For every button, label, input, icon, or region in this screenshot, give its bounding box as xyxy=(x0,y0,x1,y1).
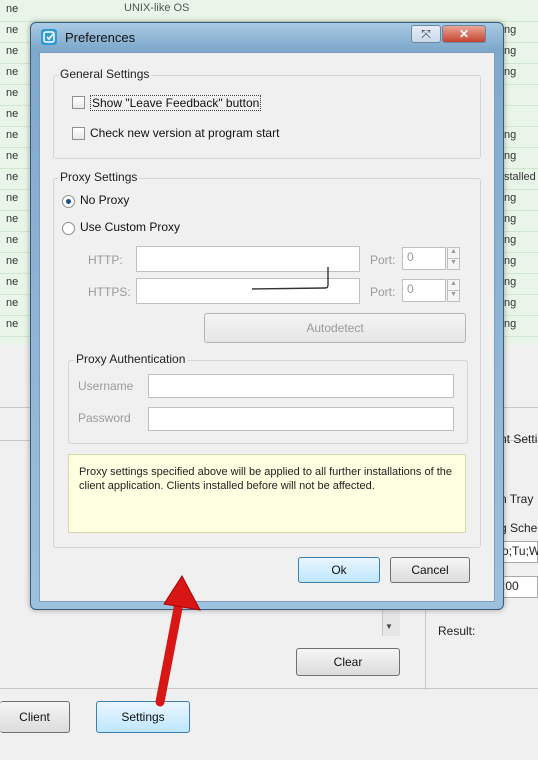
list-cell: ng xyxy=(504,213,517,225)
preferences-dialog: Preferences ⤧ ✕ General Settings Show "L… xyxy=(30,22,504,610)
password-label: Password xyxy=(78,411,131,425)
username-input[interactable] xyxy=(148,374,454,398)
proxy-settings-legend: Proxy Settings xyxy=(58,170,140,184)
password-input[interactable] xyxy=(148,407,454,431)
close-icon: ✕ xyxy=(458,27,470,41)
check-version-checkbox[interactable] xyxy=(72,127,85,140)
list-cell: ne xyxy=(6,171,19,183)
list-cell: ng xyxy=(504,45,517,57)
result-label: Result: xyxy=(438,624,476,638)
list-cell: ng xyxy=(504,24,517,36)
https-port-input[interactable]: 0 xyxy=(402,279,446,302)
list-cell: ng xyxy=(504,234,517,246)
proxy-auth-legend: Proxy Authentication xyxy=(74,352,188,366)
list-cell: ne xyxy=(6,192,19,204)
list-cell: ne xyxy=(6,87,19,99)
dialog-title: Preferences xyxy=(65,30,136,45)
general-settings-legend: General Settings xyxy=(58,67,152,81)
http-port-down-icon[interactable]: ▼ xyxy=(447,258,460,270)
http-port-value: 0 xyxy=(407,250,414,264)
resize-icon: ⤧ xyxy=(421,27,431,41)
list-cell: ne xyxy=(6,255,19,267)
https-port-value: 0 xyxy=(407,282,414,296)
list-cell: ng xyxy=(504,297,517,309)
list-cell: ne xyxy=(6,24,19,36)
list-cell: ng xyxy=(504,255,517,267)
https-port-label: Port: xyxy=(370,285,396,299)
list-cell: ne xyxy=(6,276,19,288)
check-version-label[interactable]: Check new version at program start xyxy=(90,126,279,140)
client-button[interactable]: Client xyxy=(0,701,70,733)
list-cell: ng xyxy=(504,129,517,141)
cancel-button[interactable]: Cancel xyxy=(390,557,470,583)
time-field-value: :00 xyxy=(502,579,519,593)
list-cell: ng xyxy=(504,150,517,162)
no-proxy-radio[interactable] xyxy=(62,195,75,208)
list-cell: ne xyxy=(6,3,19,15)
http-port-input[interactable]: 0 xyxy=(402,247,446,270)
list-cell: ne xyxy=(6,234,19,246)
username-label: Username xyxy=(78,379,134,393)
list-cell: ng xyxy=(504,318,517,330)
list-cell: ne xyxy=(6,297,19,309)
dialog-body: General Settings Show "Leave Feedback" b… xyxy=(39,52,495,602)
show-feedback-checkbox[interactable] xyxy=(72,96,85,109)
list-cell: ne xyxy=(6,66,19,78)
settings-label-fragment: nt Setti xyxy=(500,432,538,446)
app-icon xyxy=(41,29,57,45)
list-cell: ne xyxy=(6,129,19,141)
close-button[interactable]: ✕ xyxy=(442,25,486,43)
list-cell: ne xyxy=(6,213,19,225)
background-scrollbar[interactable]: ▼ xyxy=(382,608,400,636)
days-field-value: o;Tu;W xyxy=(502,544,538,558)
show-feedback-label[interactable]: Show "Leave Feedback" button xyxy=(90,95,262,111)
list-cell: UNIX-like OS xyxy=(124,2,190,14)
list-cell: stalled xyxy=(504,171,536,183)
resize-button[interactable]: ⤧ xyxy=(411,25,441,43)
divider xyxy=(0,688,538,689)
custom-proxy-radio[interactable] xyxy=(62,222,75,235)
https-port-down-icon[interactable]: ▼ xyxy=(447,290,460,302)
http-port-label: Port: xyxy=(370,253,396,267)
list-cell: ne xyxy=(6,150,19,162)
resize-cursor-mark xyxy=(251,267,329,290)
ok-button[interactable]: Ok xyxy=(298,557,380,583)
http-label: HTTP: xyxy=(88,253,123,267)
tray-label-fragment: n Tray xyxy=(500,492,534,506)
general-settings-group xyxy=(53,75,481,159)
autodetect-button[interactable]: Autodetect xyxy=(204,313,466,343)
red-arrow-annotation xyxy=(155,575,201,707)
list-cell: ng xyxy=(504,276,517,288)
clear-button[interactable]: Clear xyxy=(296,648,400,676)
custom-proxy-label[interactable]: Use Custom Proxy xyxy=(80,220,180,234)
list-cell: ne xyxy=(6,318,19,330)
list-cell: ng xyxy=(504,66,517,78)
no-proxy-label[interactable]: No Proxy xyxy=(80,193,129,207)
schedule-label-fragment: g Sche xyxy=(500,521,538,535)
list-cell: ne xyxy=(6,45,19,57)
proxy-auth-group xyxy=(68,360,468,444)
list-cell: ne xyxy=(6,108,19,120)
list-cell: ng xyxy=(504,192,517,204)
scroll-down-icon[interactable]: ▼ xyxy=(385,622,393,631)
https-label: HTTPS: xyxy=(88,285,131,299)
proxy-info-note: Proxy settings specified above will be a… xyxy=(68,454,466,533)
list-row[interactable]: ne UNIX-like OS xyxy=(0,0,538,22)
